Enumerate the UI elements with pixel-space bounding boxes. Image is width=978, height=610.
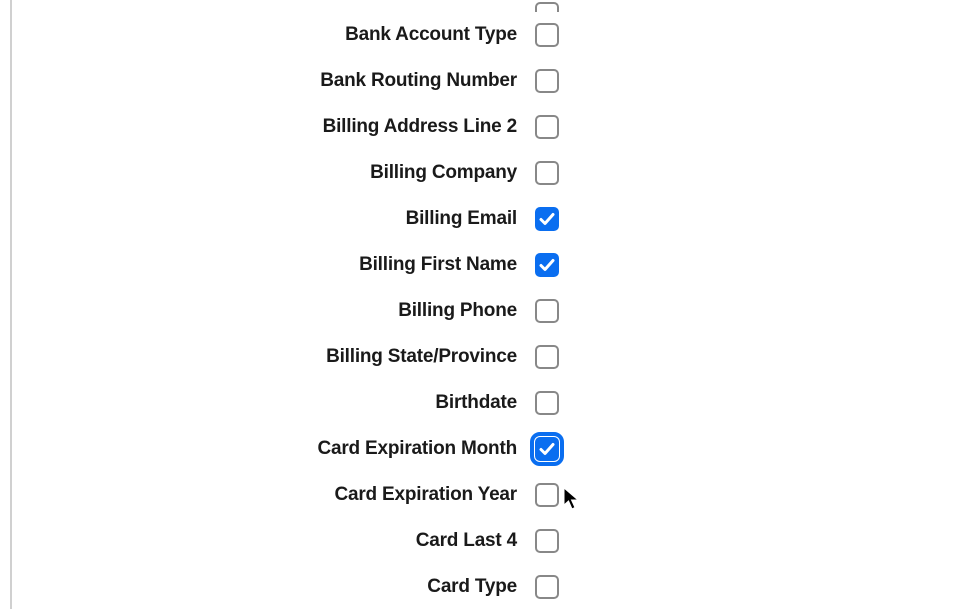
field-label: Card Type: [427, 576, 517, 597]
field-row-billing-company: Billing Company: [0, 150, 978, 196]
field-label: Billing Address Line 2: [323, 116, 517, 137]
field-label: Card Expiration Month: [317, 438, 517, 459]
field-label: Bank Account Type: [345, 24, 517, 45]
field-row-card-type: Card Type: [0, 564, 978, 610]
checkbox-birthdate[interactable]: [535, 391, 559, 415]
field-row-card-last-4: Card Last 4: [0, 518, 978, 564]
checkbox-billing-email[interactable]: [535, 207, 559, 231]
checkbox-card-type[interactable]: [535, 575, 559, 599]
checkbox-partial-top[interactable]: [535, 2, 559, 12]
checkbox-billing-address-line-2[interactable]: [535, 115, 559, 139]
field-row-billing-state-province: Billing State/Province: [0, 334, 978, 380]
checkbox-bank-routing-number[interactable]: [535, 69, 559, 93]
checkbox-billing-company[interactable]: [535, 161, 559, 185]
checkbox-card-expiration-month[interactable]: [535, 437, 559, 461]
field-label: Billing First Name: [359, 254, 517, 275]
field-label: Card Expiration Year: [334, 484, 517, 505]
field-label: Bank Routing Number: [320, 70, 517, 91]
check-icon: [539, 257, 555, 273]
field-label: Billing Phone: [398, 300, 517, 321]
field-row-billing-phone: Billing Phone: [0, 288, 978, 334]
field-row-birthdate: Birthdate: [0, 380, 978, 426]
field-row-billing-email: Billing Email: [0, 196, 978, 242]
field-checklist-form: Bank Account Type Bank Routing Number Bi…: [0, 0, 978, 610]
check-icon: [539, 441, 555, 457]
field-row-billing-address-line-2: Billing Address Line 2: [0, 104, 978, 150]
panel-border-left: [10, 0, 12, 609]
field-row-partial: [0, 0, 978, 12]
checkbox-billing-state-province[interactable]: [535, 345, 559, 369]
field-label: Billing State/Province: [326, 346, 517, 367]
field-row-card-expiration-month: Card Expiration Month: [0, 426, 978, 472]
field-label: Billing Company: [370, 162, 517, 183]
field-row-card-expiration-year: Card Expiration Year: [0, 472, 978, 518]
checkbox-card-last-4[interactable]: [535, 529, 559, 553]
field-row-bank-account-type: Bank Account Type: [0, 12, 978, 58]
checkbox-bank-account-type[interactable]: [535, 23, 559, 47]
checkbox-billing-phone[interactable]: [535, 299, 559, 323]
checkbox-card-expiration-year[interactable]: [535, 483, 559, 507]
field-label: Billing Email: [406, 208, 517, 229]
field-row-bank-routing-number: Bank Routing Number: [0, 58, 978, 104]
check-icon: [539, 211, 555, 227]
checkbox-billing-first-name[interactable]: [535, 253, 559, 277]
field-label: Birthdate: [435, 392, 517, 413]
field-label: Card Last 4: [416, 530, 517, 551]
field-row-billing-first-name: Billing First Name: [0, 242, 978, 288]
